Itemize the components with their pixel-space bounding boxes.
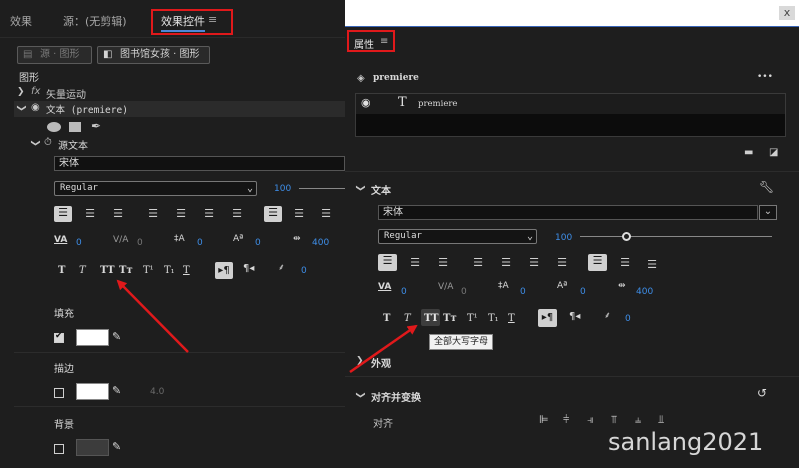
- arrow-to-all-caps-right: [349, 324, 418, 374]
- watermark: sanlang2021: [608, 428, 764, 456]
- arrow-to-all-caps-left: [116, 279, 189, 353]
- annotation-arrows: [116, 279, 418, 374]
